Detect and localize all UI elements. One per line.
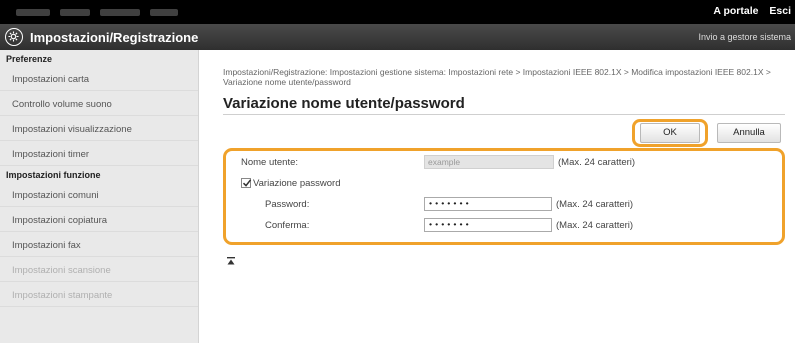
- username-label: Nome utente:: [241, 157, 299, 168]
- sidebar-item-printer[interactable]: Impostazioni stampante: [0, 282, 198, 307]
- sidebar-section-preferences: Preferenze: [6, 54, 53, 64]
- device-name-blurred: [16, 6, 178, 18]
- settings-gear-icon: [5, 28, 23, 46]
- sidebar: Preferenze Impostazioni carta Controllo …: [0, 50, 199, 343]
- sidebar-item-copy[interactable]: Impostazioni copiatura: [0, 207, 198, 232]
- ok-button[interactable]: OK: [640, 123, 700, 143]
- arrow-up-to-top-icon[interactable]: [227, 252, 235, 265]
- password-label: Password:: [265, 199, 310, 210]
- sidebar-item-paper[interactable]: Impostazioni carta: [0, 66, 198, 91]
- confirm-max-note: (Max. 24 caratteri): [556, 220, 634, 231]
- password-max-note: (Max. 24 caratteri): [556, 199, 634, 210]
- logout-link[interactable]: Esci: [769, 5, 791, 17]
- sidebar-item-volume[interactable]: Controllo volume suono: [0, 91, 198, 116]
- sidebar-item-common[interactable]: Impostazioni comuni: [0, 182, 198, 207]
- breadcrumb: Impostazioni/Registrazione: Impostazioni…: [223, 67, 771, 87]
- send-to-admin-link[interactable]: Invio a gestore sistema: [698, 32, 791, 42]
- password-input[interactable]: •••••••: [424, 197, 552, 211]
- title-divider: [223, 114, 785, 115]
- top-bar: A portale Esci: [0, 0, 795, 24]
- sidebar-item-scan[interactable]: Impostazioni scansione: [0, 257, 198, 282]
- cancel-button[interactable]: Annulla: [717, 123, 781, 143]
- sidebar-item-timer[interactable]: Impostazioni timer: [0, 141, 198, 166]
- username-field: example: [424, 155, 554, 169]
- portal-link[interactable]: A portale: [713, 5, 758, 17]
- top-links: A portale Esci: [705, 5, 791, 17]
- sidebar-item-fax[interactable]: Impostazioni fax: [0, 232, 198, 257]
- checkmark-icon: [242, 179, 252, 187]
- page-title: Variazione nome utente/password: [223, 95, 465, 112]
- confirm-label: Conferma:: [265, 220, 310, 231]
- username-max-note: (Max. 24 caratteri): [558, 157, 636, 168]
- change-password-label: Variazione password: [253, 178, 341, 189]
- sidebar-item-display[interactable]: Impostazioni visualizzazione: [0, 116, 198, 141]
- confirm-input[interactable]: •••••••: [424, 218, 552, 232]
- title-bar: Impostazioni/Registrazione Invio a gesto…: [0, 24, 795, 50]
- app-title: Impostazioni/Registrazione: [30, 30, 199, 45]
- main-content: Impostazioni/Registrazione: Impostazioni…: [199, 50, 795, 343]
- sidebar-section-functions: Impostazioni funzione: [6, 170, 101, 180]
- change-password-checkbox[interactable]: [241, 178, 252, 188]
